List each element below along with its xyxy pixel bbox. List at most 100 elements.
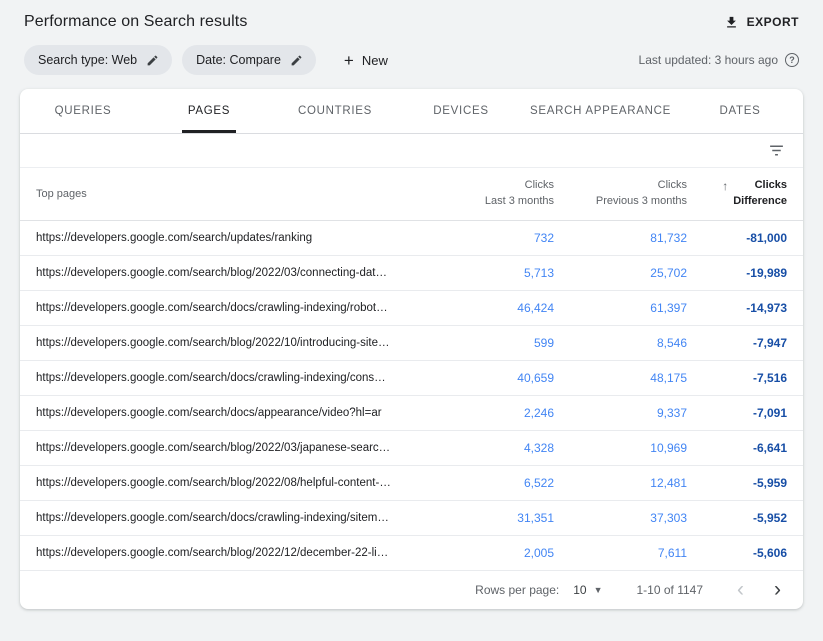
table-row[interactable]: https://developers.google.com/search/blo…	[20, 431, 803, 466]
table-row[interactable]: https://developers.google.com/search/blo…	[20, 536, 803, 571]
table-row[interactable]: https://developers.google.com/search/doc…	[20, 501, 803, 536]
table-row[interactable]: https://developers.google.com/search/doc…	[20, 361, 803, 396]
clicks-last-3-months-value: 732	[404, 231, 554, 245]
page-url[interactable]: https://developers.google.com/search/doc…	[36, 512, 404, 524]
tab-label: PAGES	[182, 89, 236, 133]
clicks-last-3-months-value: 40,659	[404, 371, 554, 385]
page-url[interactable]: https://developers.google.com/search/blo…	[36, 477, 404, 489]
report-card: QUERIES PAGES COUNTRIES DEVICES SEARCH A…	[20, 89, 803, 609]
clicks-last-3-months-value: 599	[404, 336, 554, 350]
previous-page-button[interactable]: ‹	[733, 579, 748, 600]
tab-search-appearance[interactable]: SEARCH APPEARANCE	[524, 89, 677, 133]
date-compare-chip-label: Date: Compare	[196, 53, 281, 67]
clicks-previous-3-months-value: 37,303	[554, 511, 687, 525]
performance-report-page: Performance on Search results EXPORT Sea…	[0, 0, 823, 609]
clicks-previous-3-months-value: 12,481	[554, 476, 687, 490]
clicks-last-3-months-value: 5,713	[404, 266, 554, 280]
tab-bar: QUERIES PAGES COUNTRIES DEVICES SEARCH A…	[20, 89, 803, 134]
table-row[interactable]: https://developers.google.com/search/blo…	[20, 326, 803, 361]
new-filter-button[interactable]: + New	[336, 46, 396, 75]
clicks-last-3-months-value: 46,424	[404, 301, 554, 315]
tab-label: QUERIES	[49, 89, 118, 133]
rows-per-page-select[interactable]: 10 ▼	[573, 583, 602, 597]
last-updated-wrap: Last updated: 3 hours ago ?	[639, 53, 799, 67]
search-type-chip-label: Search type: Web	[38, 53, 137, 67]
column-header-clicks-previous-3-months[interactable]: Clicks Previous 3 months	[554, 178, 687, 210]
tab-dates[interactable]: DATES	[677, 89, 803, 133]
column-header-clicks-difference[interactable]: ↑ Clicks Difference	[687, 178, 787, 210]
table-toolbar	[20, 134, 803, 168]
clicks-last-3-months-value: 31,351	[404, 511, 554, 525]
table-row[interactable]: https://developers.google.com/search/blo…	[20, 466, 803, 501]
previous-3-months-label: Previous 3 months	[554, 194, 687, 210]
clicks-previous-3-months-value: 81,732	[554, 231, 687, 245]
tab-pages[interactable]: PAGES	[146, 89, 272, 133]
clicks-difference-value: -14,973	[687, 301, 787, 315]
sort-ascending-icon[interactable]: ↑	[722, 178, 728, 195]
tab-label: DEVICES	[427, 89, 494, 133]
tab-label: DATES	[714, 89, 767, 133]
filter-bar: Search type: Web Date: Compare + New Las…	[0, 37, 823, 89]
page-url[interactable]: https://developers.google.com/search/blo…	[36, 267, 404, 279]
clicks-previous-3-months-value: 7,611	[554, 546, 687, 560]
table-row[interactable]: https://developers.google.com/search/doc…	[20, 396, 803, 431]
page-url[interactable]: https://developers.google.com/search/blo…	[36, 442, 404, 454]
clicks-difference-value: -7,091	[687, 406, 787, 420]
page-url[interactable]: https://developers.google.com/search/doc…	[36, 407, 404, 419]
new-filter-label: New	[362, 53, 388, 68]
dropdown-caret-icon: ▼	[594, 585, 603, 595]
table-row[interactable]: https://developers.google.com/search/blo…	[20, 256, 803, 291]
clicks-difference-value: -5,606	[687, 546, 787, 560]
clicks-difference-value: -7,516	[687, 371, 787, 385]
clicks-label: Clicks	[733, 178, 787, 194]
tab-queries[interactable]: QUERIES	[20, 89, 146, 133]
clicks-previous-3-months-value: 9,337	[554, 406, 687, 420]
clicks-last-3-months-value: 2,246	[404, 406, 554, 420]
column-header-clicks-last-3-months[interactable]: Clicks Last 3 months	[404, 178, 554, 210]
table-header-row: Top pages Clicks Last 3 months Clicks Pr…	[20, 168, 803, 221]
last-updated-text: Last updated: 3 hours ago	[639, 53, 778, 67]
clicks-difference-value: -5,952	[687, 511, 787, 525]
clicks-previous-3-months-value: 61,397	[554, 301, 687, 315]
clicks-difference-value: -7,947	[687, 336, 787, 350]
clicks-previous-3-months-value: 25,702	[554, 266, 687, 280]
clicks-previous-3-months-value: 10,969	[554, 441, 687, 455]
clicks-previous-3-months-value: 48,175	[554, 371, 687, 385]
plus-icon: +	[344, 52, 354, 69]
page-url[interactable]: https://developers.google.com/search/blo…	[36, 547, 404, 559]
clicks-difference-value: -5,959	[687, 476, 787, 490]
page-url[interactable]: https://developers.google.com/search/upd…	[36, 232, 404, 244]
export-label: EXPORT	[747, 15, 799, 29]
clicks-last-3-months-value: 2,005	[404, 546, 554, 560]
clicks-previous-3-months-value: 8,546	[554, 336, 687, 350]
clicks-label: Clicks	[404, 178, 554, 194]
rows-per-page-label: Rows per page:	[475, 583, 559, 597]
table-row[interactable]: https://developers.google.com/search/doc…	[20, 291, 803, 326]
clicks-last-3-months-value: 6,522	[404, 476, 554, 490]
page-url[interactable]: https://developers.google.com/search/doc…	[36, 302, 404, 314]
filter-icon[interactable]	[768, 142, 785, 159]
table-row[interactable]: https://developers.google.com/search/upd…	[20, 221, 803, 256]
search-type-chip[interactable]: Search type: Web	[24, 45, 172, 75]
clicks-last-3-months-value: 4,328	[404, 441, 554, 455]
table-body: https://developers.google.com/search/upd…	[20, 221, 803, 571]
clicks-difference-value: -81,000	[687, 231, 787, 245]
export-button[interactable]: EXPORT	[724, 15, 799, 30]
help-icon[interactable]: ?	[785, 53, 799, 67]
page-url[interactable]: https://developers.google.com/search/blo…	[36, 337, 404, 349]
tab-devices[interactable]: DEVICES	[398, 89, 524, 133]
date-compare-chip[interactable]: Date: Compare	[182, 45, 316, 75]
clicks-difference-value: -19,989	[687, 266, 787, 280]
last-3-months-label: Last 3 months	[404, 194, 554, 210]
tab-label: COUNTRIES	[292, 89, 378, 133]
tab-countries[interactable]: COUNTRIES	[272, 89, 398, 133]
clicks-difference-value: -6,641	[687, 441, 787, 455]
edit-pencil-icon	[146, 54, 159, 67]
column-header-top-pages[interactable]: Top pages	[36, 188, 404, 200]
download-icon	[724, 15, 739, 30]
pagination-range: 1-10 of 1147	[637, 583, 704, 597]
page-url[interactable]: https://developers.google.com/search/doc…	[36, 372, 404, 384]
difference-label: Difference	[733, 194, 787, 210]
next-page-button[interactable]: ›	[770, 579, 785, 600]
rows-per-page-value: 10	[573, 583, 586, 597]
